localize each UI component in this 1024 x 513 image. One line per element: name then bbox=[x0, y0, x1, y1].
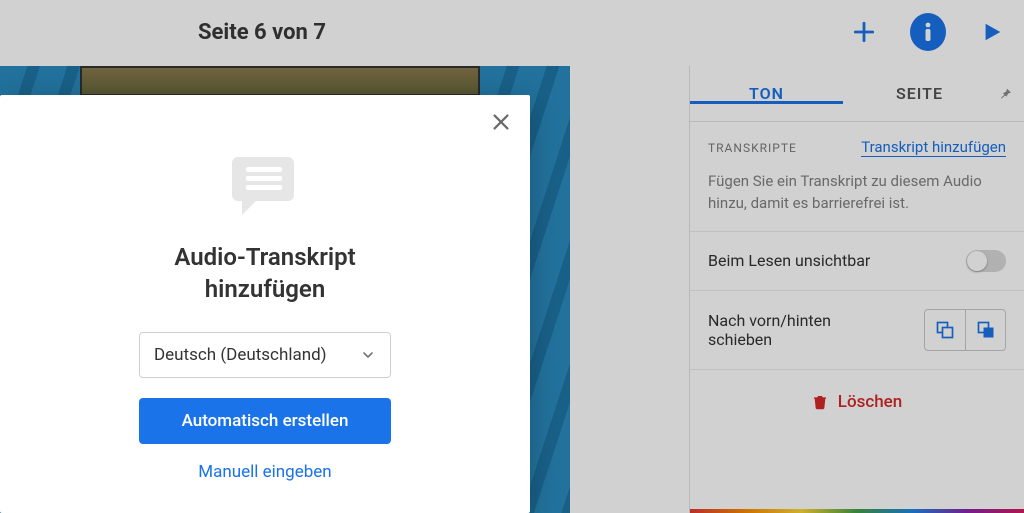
reorder-row: Nach vorn/hinten schieben bbox=[690, 291, 1024, 370]
plus-icon bbox=[851, 19, 877, 45]
send-backward-button[interactable] bbox=[925, 310, 965, 350]
bring-forward-button[interactable] bbox=[965, 310, 1005, 350]
add-button[interactable] bbox=[846, 14, 882, 50]
media-thumbnail bbox=[80, 66, 480, 96]
info-button[interactable] bbox=[910, 14, 946, 50]
bring-forward-icon bbox=[976, 320, 996, 340]
add-transcript-link[interactable]: Transkript hinzufügen bbox=[861, 138, 1006, 157]
manual-entry-button[interactable]: Manuell eingeben bbox=[198, 462, 331, 482]
play-button[interactable] bbox=[974, 14, 1010, 50]
auto-create-button[interactable]: Automatisch erstellen bbox=[139, 398, 391, 444]
panel-tabs: TON SEITE bbox=[690, 66, 1024, 122]
modal-title-line2: hinzufügen bbox=[174, 273, 355, 305]
transcript-icon bbox=[230, 153, 300, 217]
inspector-panel: TON SEITE TRANSKRIPTE Transkript hinzufü… bbox=[689, 66, 1024, 513]
info-icon bbox=[922, 22, 934, 42]
delete-label: Löschen bbox=[838, 392, 902, 412]
page-title: Seite 6 von 7 bbox=[198, 20, 326, 45]
language-selected-value: Deutsch (Deutschland) bbox=[154, 345, 327, 365]
modal-title-line1: Audio-Transkript bbox=[174, 241, 355, 273]
invisible-toggle-row: Beim Lesen unsichtbar bbox=[690, 232, 1024, 291]
send-backward-icon bbox=[935, 320, 955, 340]
add-transcript-modal: Audio-Transkript hinzufügen Deutsch (Deu… bbox=[0, 95, 530, 513]
tab-page[interactable]: SEITE bbox=[843, 84, 996, 103]
tab-audio[interactable]: TON bbox=[690, 84, 843, 103]
play-icon bbox=[981, 20, 1003, 44]
modal-close-button[interactable] bbox=[490, 111, 512, 137]
invisible-toggle[interactable] bbox=[966, 250, 1006, 272]
modal-title: Audio-Transkript hinzufügen bbox=[174, 241, 355, 306]
transcripts-label: TRANSKRIPTE bbox=[708, 141, 797, 155]
trash-icon bbox=[812, 393, 828, 411]
transcripts-header: TRANSKRIPTE Transkript hinzufügen bbox=[708, 138, 1006, 157]
reorder-buttons bbox=[924, 309, 1006, 351]
transcripts-hint: Fügen Sie ein Transkript zu diesem Audio… bbox=[708, 171, 1006, 215]
rainbow-divider bbox=[690, 509, 1024, 513]
reorder-label: Nach vorn/hinten schieben bbox=[708, 311, 868, 349]
invisible-label: Beim Lesen unsichtbar bbox=[708, 251, 870, 270]
delete-row: Löschen bbox=[690, 370, 1024, 437]
close-icon bbox=[490, 111, 512, 133]
info-circle-icon bbox=[910, 13, 946, 51]
pin-icon bbox=[997, 86, 1013, 102]
header-actions bbox=[846, 14, 1010, 50]
transcripts-section: TRANSKRIPTE Transkript hinzufügen Fügen … bbox=[690, 122, 1024, 232]
app-header: Seite 6 von 7 bbox=[0, 0, 1024, 66]
delete-button[interactable]: Löschen bbox=[812, 392, 902, 412]
chevron-down-icon bbox=[360, 347, 376, 363]
language-select[interactable]: Deutsch (Deutschland) bbox=[139, 332, 391, 378]
pin-panel-button[interactable] bbox=[996, 86, 1024, 102]
